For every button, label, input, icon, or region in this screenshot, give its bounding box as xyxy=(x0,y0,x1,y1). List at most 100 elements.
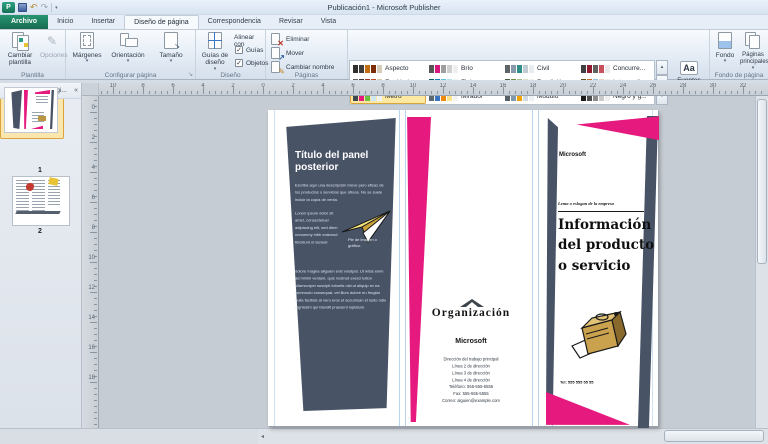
front-pink-top-shape[interactable] xyxy=(576,116,659,141)
guias-checkbox-label: Guías xyxy=(246,46,264,54)
scheme-concurre-[interactable]: Concurre... xyxy=(578,62,654,76)
orientacion-button[interactable]: Orientación ▾ xyxy=(106,31,150,64)
change-template-icon xyxy=(10,31,30,51)
margins-icon xyxy=(77,31,97,51)
scheme-swatches xyxy=(505,64,534,73)
scheme-name: Civil xyxy=(537,65,550,72)
front-pink-bottom-shape[interactable] xyxy=(546,391,630,425)
printer-clipart-image[interactable] xyxy=(568,306,632,366)
options-pencil-icon: ✎ xyxy=(46,34,58,48)
title-bar: P ↶ ↷ ▾ Publicación1 - Microsoft Publish… xyxy=(0,0,768,15)
scheme-br-o[interactable]: Brío xyxy=(426,62,502,76)
address-line: Fax: 555-555-5555 xyxy=(453,391,489,397)
tab-insertar[interactable]: Insertar xyxy=(82,15,124,29)
mover-button[interactable]: ↗ Mover xyxy=(270,47,304,62)
opciones-button[interactable]: ✎ Opciones xyxy=(39,31,67,59)
group-label-plantilla: Plantilla xyxy=(21,72,44,79)
fonts-aa-icon: Aa xyxy=(680,61,698,75)
orientation-icon xyxy=(118,31,138,51)
layout-guides-icon xyxy=(205,31,225,51)
tab-revisar[interactable]: Revisar xyxy=(270,15,312,29)
margin-guide xyxy=(274,110,275,426)
vertical-scrollbar[interactable] xyxy=(755,96,768,428)
front-telephone[interactable]: Tel: 555 555 55 55 xyxy=(560,380,640,390)
tab-archivo[interactable]: Archivo xyxy=(0,15,49,29)
back-panel-body-full[interactable]: dolore magna aliguam erat volutpat. Ut w… xyxy=(295,268,387,354)
scheme-name: Aspecto xyxy=(385,65,409,72)
group-diseno: Guías de diseño ▾ Alinear con ✓ Guías ✓ … xyxy=(196,30,268,79)
ribbon-tab-row: Archivo Inicio Insertar Diseño de página Cor… xyxy=(0,15,768,29)
ruler-corner xyxy=(82,83,99,96)
group-label-diseno: Diseño xyxy=(220,72,241,79)
bottom-bar: ◂ xyxy=(0,428,768,444)
fondo-button[interactable]: Fondo ▾ xyxy=(711,31,739,64)
organization-logo-icon[interactable] xyxy=(460,299,484,307)
page-1-label[interactable]: 1 xyxy=(0,167,80,174)
collapse-pane-icon[interactable]: « xyxy=(74,83,78,99)
vertical-ruler: 0 2 4 6 8 10 12 14 16 18 xyxy=(82,96,99,428)
back-panel-title[interactable]: Título del panel posterior xyxy=(295,150,391,173)
column-guide xyxy=(399,110,400,426)
group-fondo-de-pagina: Fondo ▾ Páginas principales ▾ Fondo de p… xyxy=(710,30,768,79)
group-label-paginas: Páginas xyxy=(294,72,319,79)
address-line: Correo: alguien@example.com xyxy=(442,398,500,404)
paginas-principales-button[interactable]: Páginas principales ▾ xyxy=(739,31,768,71)
page-size-icon: ↘ xyxy=(161,31,181,51)
scheme-name: Concurre... xyxy=(613,65,646,72)
background-icon xyxy=(715,31,735,51)
front-company-name[interactable]: Microsoft xyxy=(559,152,586,158)
column-guide xyxy=(538,110,539,426)
organization-name[interactable]: Organización xyxy=(408,307,534,319)
organization-company[interactable]: Microsoft xyxy=(421,338,521,345)
horizontal-ruler: 10 8 6 4 2 0 2 4 6 8 10 12 14 16 18 20 22 24 26 28 30 32 xyxy=(99,83,768,96)
guias-checkbox-icon[interactable]: ✓ xyxy=(235,46,243,54)
tab-diseño-de-página[interactable]: Diseño de página xyxy=(124,15,199,29)
page-1-thumbnail-selected[interactable] xyxy=(0,83,64,139)
publication-page[interactable]: Título del panel posterior Escriba aquí … xyxy=(268,110,659,428)
address-line: Línea 2 de dirección xyxy=(452,363,490,369)
horizontal-scrollbar-thumb[interactable] xyxy=(664,430,764,442)
address-line: Dirección del trabajo principal xyxy=(443,356,499,362)
window-title: Publicación1 - Microsoft Publisher xyxy=(327,3,441,12)
tab-vista[interactable]: Vista xyxy=(312,15,345,29)
address-line: Línea 4 de dirección xyxy=(452,377,490,383)
publisher-window: P ↶ ↷ ▾ Publicación1 - Microsoft Publish… xyxy=(0,0,768,444)
guias-de-diseno-button[interactable]: Guías de diseño ▾ xyxy=(197,31,233,72)
page-2-label[interactable]: 2 xyxy=(0,228,80,235)
gallery-scroll-up-icon[interactable]: ▴ xyxy=(656,60,668,75)
image-caption[interactable]: Pie de imagen o gráfico. xyxy=(348,237,390,261)
address-line: Línea 3 de dirección xyxy=(452,370,490,376)
page-navigation-pane: Navegación de pági... « ◢ 1 xyxy=(0,83,82,428)
master-pages-icon xyxy=(743,31,763,51)
front-title[interactable]: Información del producto o servicio xyxy=(558,215,655,276)
checkbox-objetos[interactable]: ✓ Objetos xyxy=(235,59,268,67)
scheme-swatches xyxy=(581,64,610,73)
checkbox-guias[interactable]: ✓ Guías xyxy=(235,46,263,54)
column-guide xyxy=(405,110,406,426)
ribbon: Cambiar plantilla ✎ Opciones Plantilla M… xyxy=(0,29,768,105)
address-line: Teléfono: 555-555-5555 xyxy=(448,384,494,390)
group-configurar-pagina: Márgenes ▾ Orientación ▾ ↘ Tamaño ▾ ↘ Co… xyxy=(66,30,196,79)
group-label-configurar: Configurar página xyxy=(104,72,157,79)
tab-inicio[interactable]: Inicio xyxy=(48,15,82,29)
tab-correspondencia[interactable]: Correspondencia xyxy=(199,15,270,29)
eliminar-button[interactable]: ✕ Eliminar xyxy=(270,33,309,48)
scheme-name: Brío xyxy=(461,65,473,72)
margenes-button[interactable]: Márgenes ▾ xyxy=(68,31,106,64)
scheme-swatches xyxy=(429,64,458,73)
scheme-swatches xyxy=(353,64,382,73)
delete-page-icon: ✕ xyxy=(270,33,284,48)
vertical-scrollbar-thumb[interactable] xyxy=(757,99,767,264)
group-plantilla: Cambiar plantilla ✎ Opciones Plantilla xyxy=(0,30,67,79)
scroll-left-icon[interactable]: ◂ xyxy=(261,433,264,440)
move-page-icon: ↗ xyxy=(270,47,285,62)
tamano-button[interactable]: ↘ Tamaño ▾ xyxy=(152,31,190,64)
cambiar-plantilla-button[interactable]: Cambiar plantilla xyxy=(1,31,39,67)
page-2-thumbnail[interactable] xyxy=(12,176,70,226)
scheme-civil[interactable]: Civil xyxy=(502,62,578,76)
scheme-aspecto[interactable]: Aspecto xyxy=(350,62,426,76)
tagline-divider xyxy=(558,211,644,212)
front-left-wedge-shape[interactable] xyxy=(546,118,558,426)
organization-address-block[interactable]: Dirección del trabajo principal Línea 2 d… xyxy=(408,356,534,444)
objetos-checkbox-icon[interactable]: ✓ xyxy=(235,59,243,67)
